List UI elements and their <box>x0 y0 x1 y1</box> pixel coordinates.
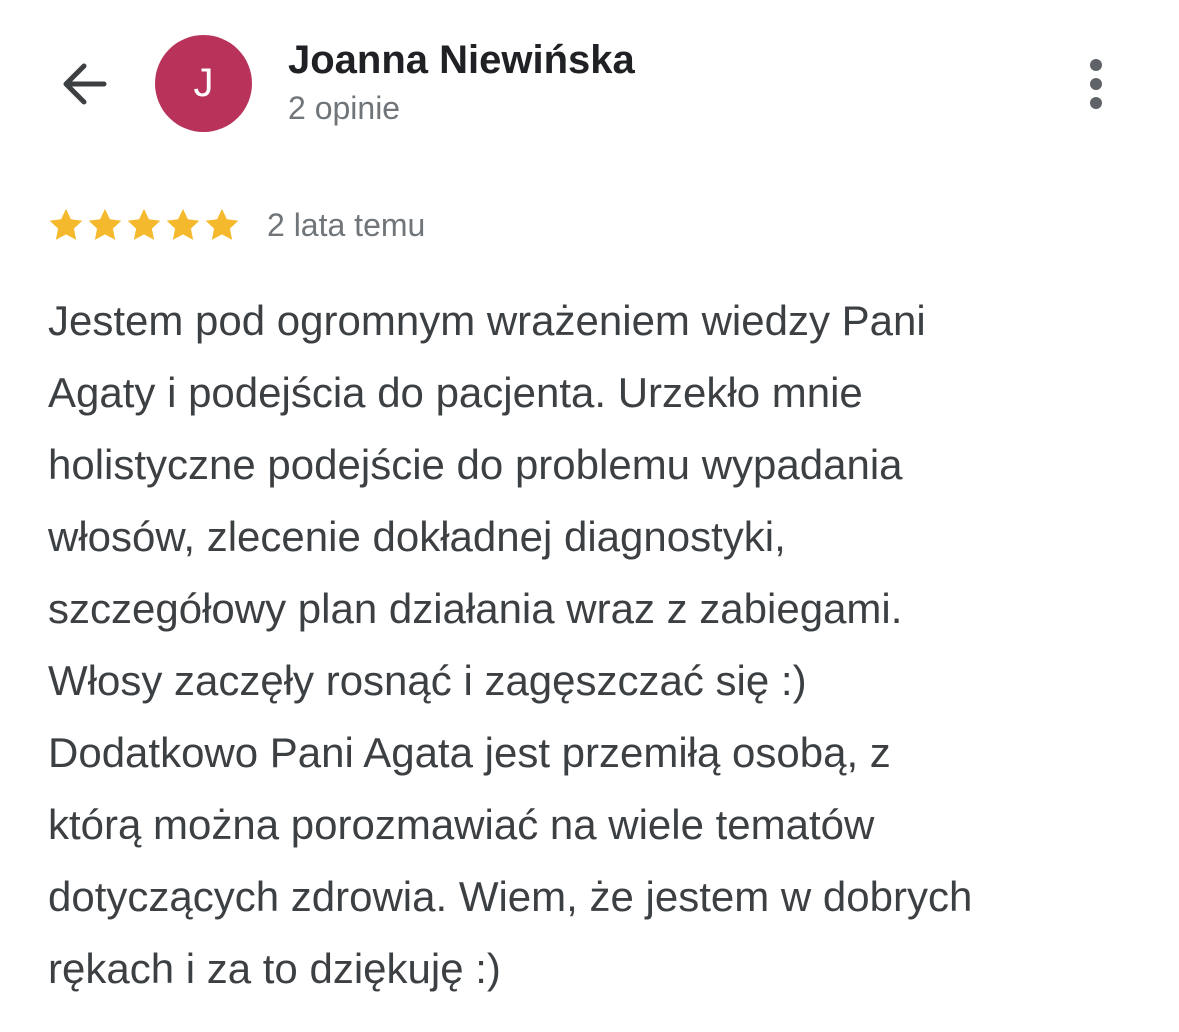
more-vertical-icon <box>1090 59 1102 109</box>
review-date: 2 lata temu <box>267 206 426 243</box>
star-icon <box>164 206 202 244</box>
review-text-line: Agaty i podejścia do pacjenta. Urzekło m… <box>48 369 863 416</box>
review-text-line: szczegółowy plan działania wraz z zabieg… <box>48 585 903 632</box>
star-icon <box>47 206 85 244</box>
arrow-left-icon <box>63 63 107 105</box>
review-text-line: Dodatkowo Pani Agata jest przemiłą osobą… <box>48 729 891 776</box>
review-count: 2 opinie <box>288 90 401 126</box>
star-icon <box>86 206 124 244</box>
star-icon <box>125 206 163 244</box>
review-text-line: włosów, zlecenie dokładnej diagnostyki, <box>48 513 786 560</box>
more-options-button[interactable] <box>1070 52 1122 116</box>
review-text-line: dotyczących zdrowia. Wiem, że jestem w d… <box>48 873 973 920</box>
review-text-line: rękach i za to dziękuję :) <box>48 945 501 992</box>
reviewer-name[interactable]: Joanna Niewińska <box>288 38 635 83</box>
star-icon <box>203 206 241 244</box>
review-text-line: Jestem pod ogromnym wrażeniem wiedzy Pan… <box>48 297 926 344</box>
review-text-line: Włosy zaczęły rosnąć i zagęszczać się :) <box>48 657 807 704</box>
review-header: J Joanna Niewińska 2 opinie <box>0 0 1179 160</box>
review-text-line: którą można porozmawiać na wiele tematów <box>48 801 875 848</box>
star-rating <box>47 206 241 244</box>
rating-row: 2 lata temu <box>47 200 425 250</box>
review-text-line: holistyczne podejście do problemu wypada… <box>48 441 903 488</box>
back-button[interactable] <box>48 50 120 118</box>
avatar[interactable]: J <box>155 35 252 132</box>
avatar-letter: J <box>193 61 214 105</box>
review-text: Jestem pod ogromnym wrażeniem wiedzy Pan… <box>48 285 1138 1005</box>
